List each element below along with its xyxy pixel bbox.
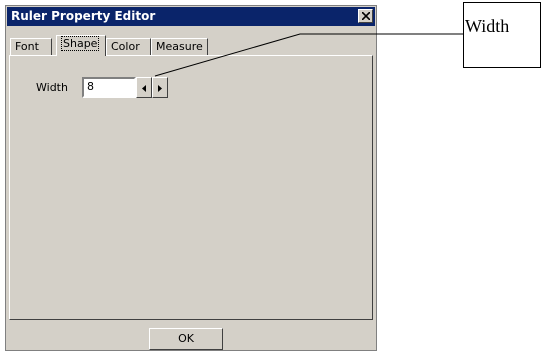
callout-label: Width <box>465 16 510 36</box>
width-callout-box: Width <box>463 2 541 68</box>
tab-shape-label: Shape <box>61 36 100 51</box>
tab-shape[interactable]: Shape <box>56 35 106 56</box>
